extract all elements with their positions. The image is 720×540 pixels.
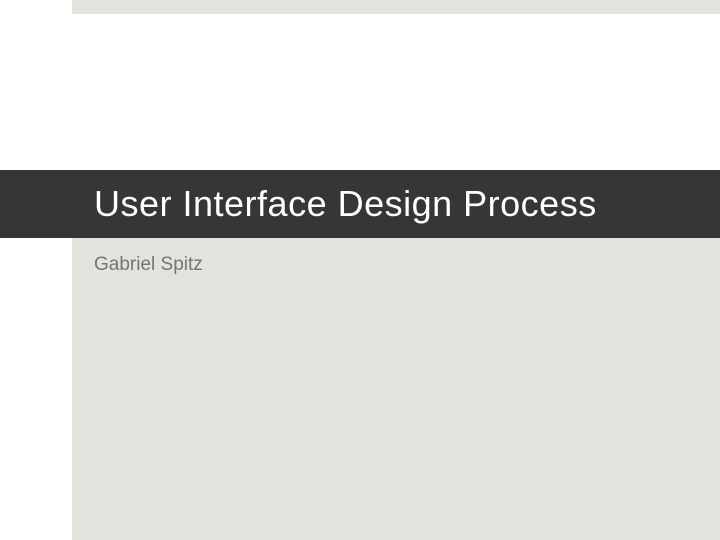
content-area: Gabriel Spitz	[72, 238, 720, 540]
top-accent-strip	[72, 0, 720, 14]
author-name: Gabriel Spitz	[94, 254, 720, 276]
title-bar: User Interface Design Process	[0, 170, 720, 238]
slide-title: User Interface Design Process	[94, 183, 597, 225]
